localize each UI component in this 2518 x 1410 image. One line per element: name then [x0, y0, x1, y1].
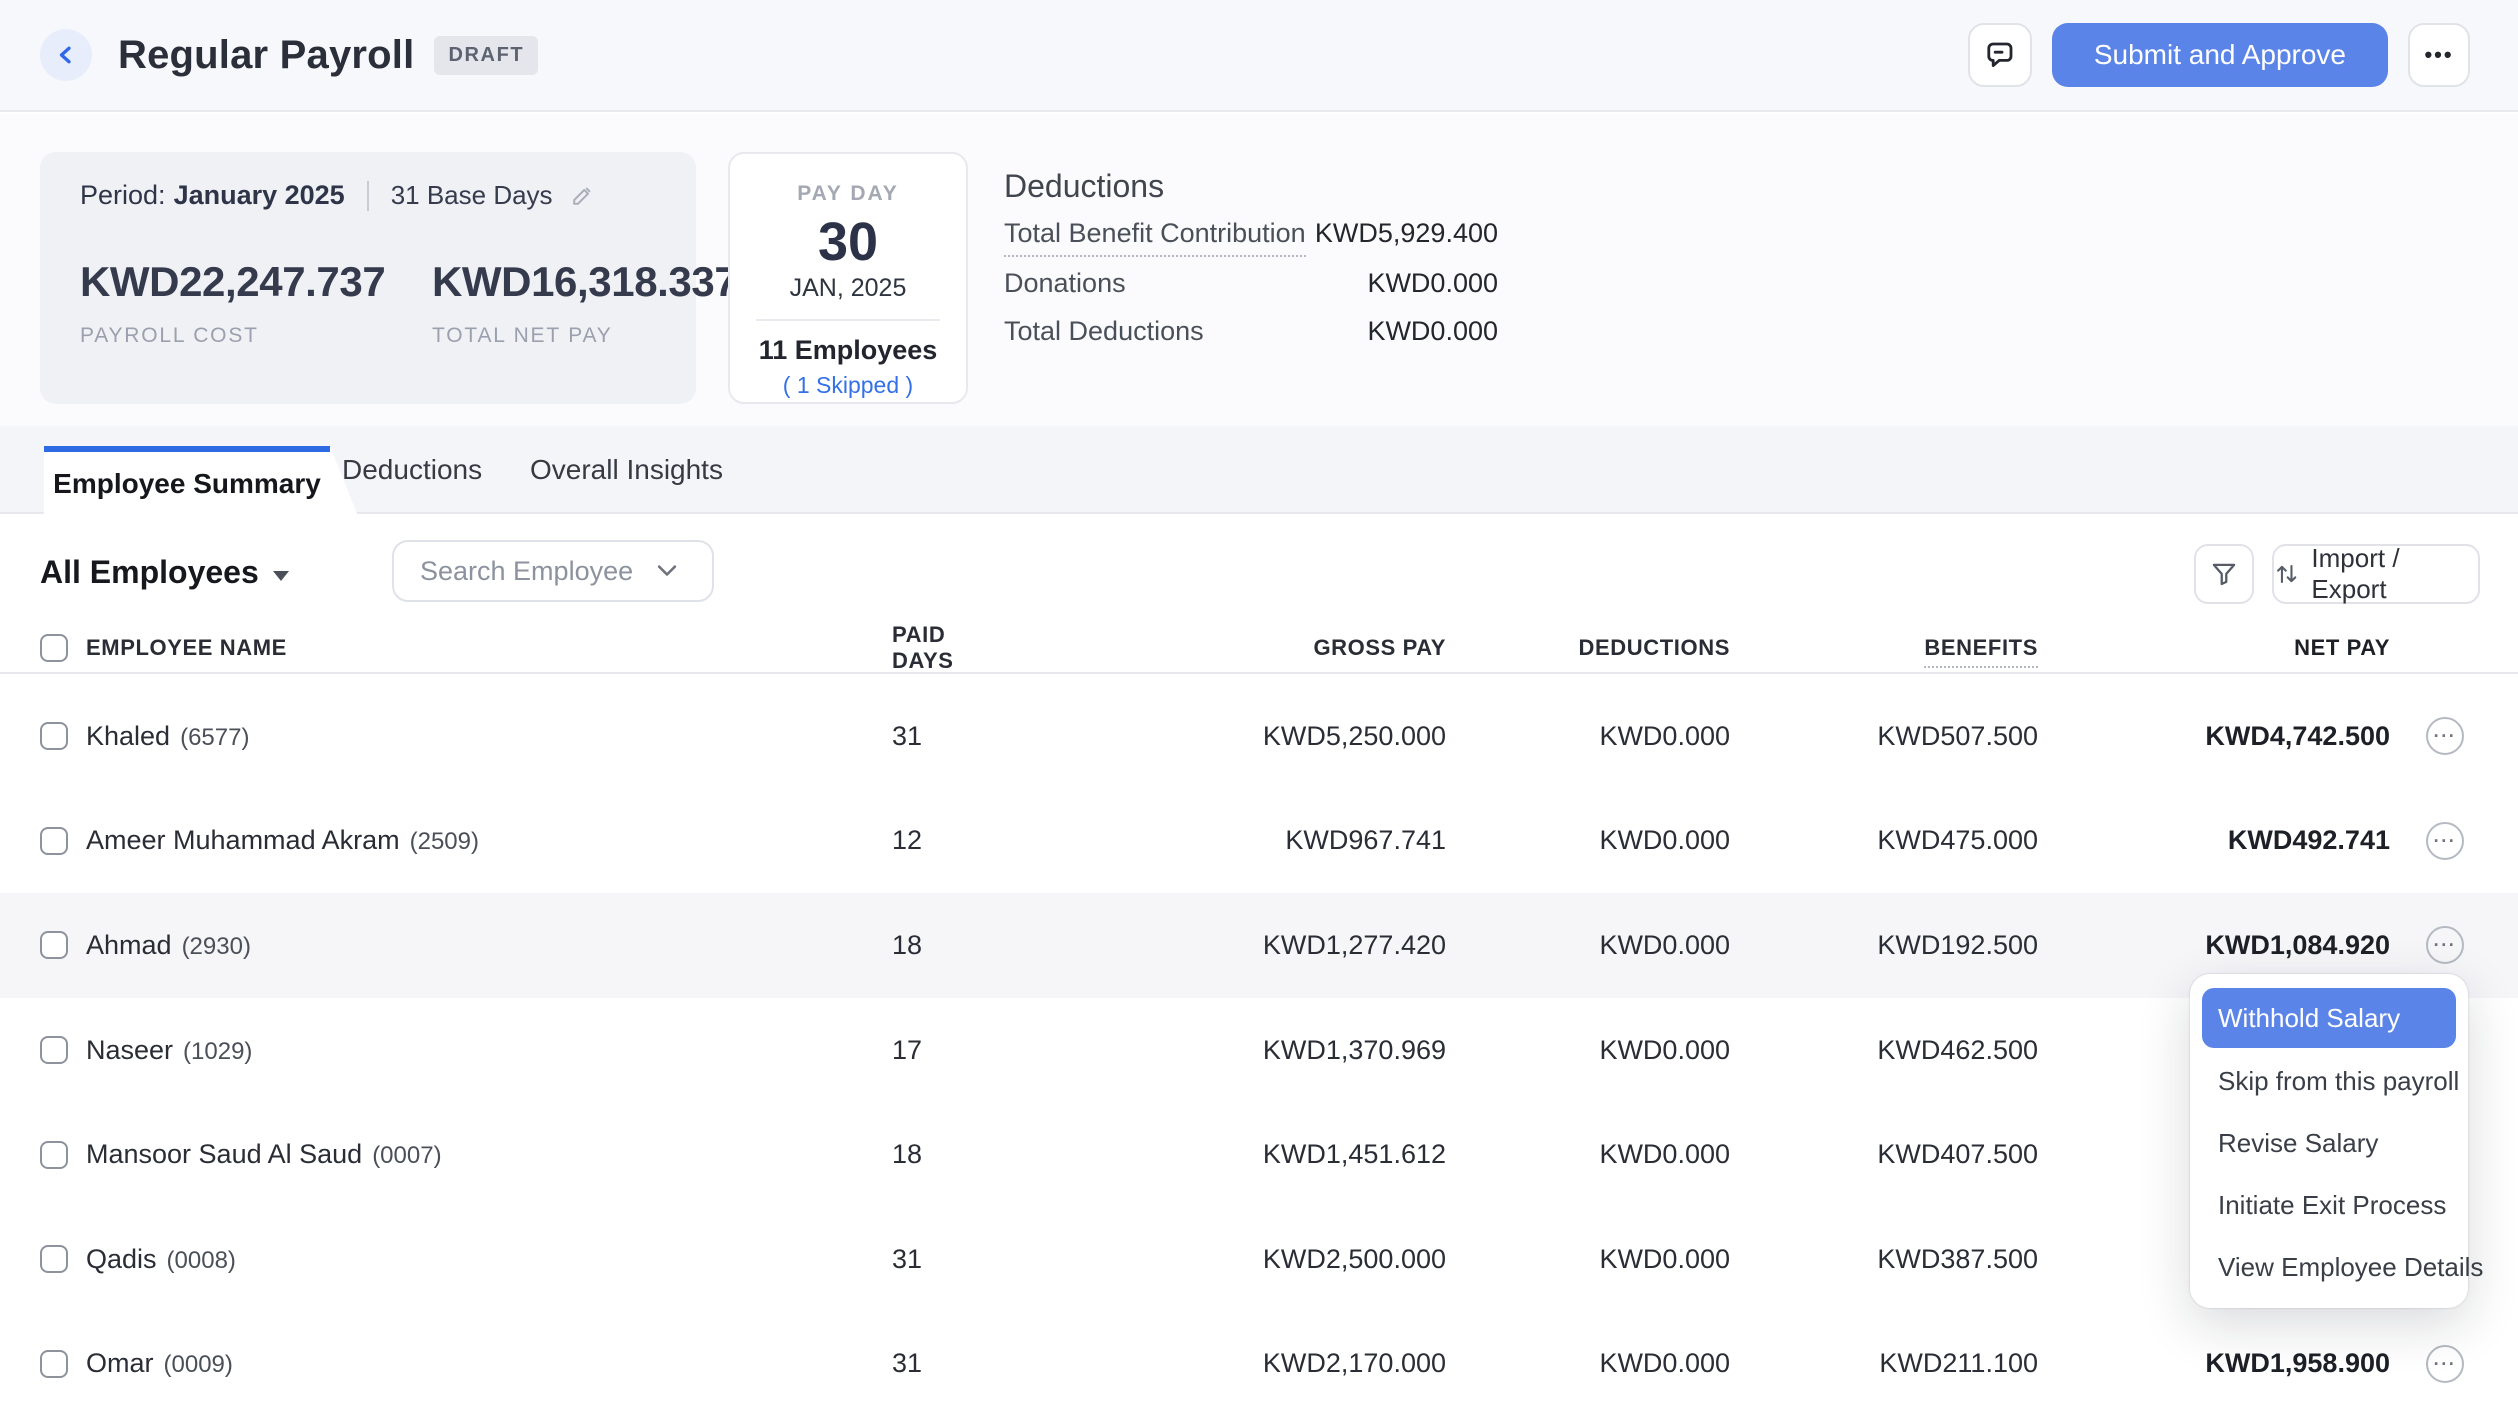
- divider: [756, 319, 940, 321]
- menu-item-initiate-exit[interactable]: Initiate Exit Process: [2190, 1174, 2468, 1236]
- table-row[interactable]: Qadis(0008) 31 KWD2,500.000 KWD0.000 KWD…: [0, 1207, 2518, 1312]
- row-checkbox[interactable]: [40, 722, 68, 750]
- header-deductions: DEDUCTIONS: [1446, 635, 1730, 661]
- row-checkbox[interactable]: [40, 827, 68, 855]
- status-badge: DRAFT: [434, 36, 538, 75]
- deduction-label-total: Total Deductions: [1004, 316, 1204, 347]
- pencil-icon: [569, 183, 595, 209]
- payroll-run-page: Regular Payroll DRAFT Submit and Approve…: [0, 0, 2518, 1410]
- tab-employee-summary[interactable]: Employee Summary: [44, 446, 358, 516]
- deduction-row: Total Benefit Contribution KWD5,929.400: [1004, 218, 1498, 257]
- employee-id: (2930): [182, 933, 251, 960]
- search-employee-input[interactable]: [394, 556, 656, 587]
- deduction-row: Total Deductions KWD0.000: [1004, 316, 1498, 347]
- import-export-arrows-icon: [2274, 561, 2299, 587]
- employee-id: (0008): [167, 1247, 236, 1274]
- table-row[interactable]: Mansoor Saud Al Saud(0007) 18 KWD1,451.6…: [0, 1102, 2518, 1207]
- chevron-left-icon: [54, 43, 78, 67]
- deduction-value: KWD5,929.400: [1315, 218, 1498, 249]
- header-net-pay: NET PAY: [2038, 635, 2390, 661]
- import-export-button[interactable]: Import / Export: [2272, 544, 2480, 604]
- back-button[interactable]: [40, 29, 92, 81]
- table-row[interactable]: Ameer Muhammad Akram(2509) 12 KWD967.741…: [0, 789, 2518, 894]
- row-checkbox[interactable]: [40, 1245, 68, 1273]
- tab-deductions[interactable]: Deductions: [342, 426, 482, 514]
- deduction-label-donations: Donations: [1004, 268, 1126, 299]
- tab-overall-insights[interactable]: Overall Insights: [530, 426, 723, 514]
- payday-day: 30: [730, 214, 966, 270]
- page-title: Regular Payroll: [118, 33, 414, 78]
- menu-item-withhold-salary[interactable]: Withhold Salary: [2202, 988, 2456, 1048]
- row-actions-button[interactable]: ···: [2426, 822, 2464, 860]
- employee-id: (1029): [183, 1038, 252, 1065]
- deduction-value: KWD0.000: [1367, 316, 1498, 347]
- ellipsis-icon: •••: [2424, 42, 2453, 68]
- table-row[interactable]: Omar(0009) 31 KWD2,170.000 KWD0.000 KWD2…: [0, 1312, 2518, 1410]
- employee-count: 11 Employees: [730, 335, 966, 366]
- header-benefits: BENEFITS: [1730, 635, 2038, 661]
- row-checkbox[interactable]: [40, 1350, 68, 1378]
- row-actions-button[interactable]: ···: [2426, 717, 2464, 755]
- row-checkbox[interactable]: [40, 1141, 68, 1169]
- filter-button[interactable]: [2194, 544, 2254, 604]
- table-row[interactable]: Khaled(6577) 31 KWD5,250.000 KWD0.000 KW…: [0, 684, 2518, 789]
- top-bar: Regular Payroll DRAFT Submit and Approve…: [0, 0, 2518, 112]
- base-days: 31 Base Days: [391, 180, 553, 211]
- period-value: January 2025: [174, 180, 345, 211]
- employee-id: (6577): [180, 724, 249, 751]
- payday-label: PAY DAY: [730, 182, 966, 206]
- employee-id: (2509): [410, 828, 479, 855]
- period-card: Period: January 2025 31 Base Days KWD22,…: [40, 152, 696, 404]
- deduction-value: KWD0.000: [1367, 268, 1498, 299]
- table-row[interactable]: Naseer(1029) 17 KWD1,370.969 KWD0.000 KW…: [0, 998, 2518, 1103]
- employee-id: (0009): [164, 1351, 233, 1378]
- row-checkbox[interactable]: [40, 931, 68, 959]
- table-header: EMPLOYEE NAME PAID DAYS GROSS PAY DEDUCT…: [0, 624, 2518, 674]
- search-employee-select[interactable]: [392, 540, 714, 602]
- employee-table: Khaled(6577) 31 KWD5,250.000 KWD0.000 KW…: [0, 684, 2518, 1410]
- comment-bubble-icon: [1984, 39, 2016, 71]
- deductions-heading: Deductions: [1004, 168, 1164, 205]
- row-checkbox[interactable]: [40, 1036, 68, 1064]
- table-row-active[interactable]: Ahmad(2930) 18 KWD1,277.420 KWD0.000 KWD…: [0, 893, 2518, 998]
- payday-card: PAY DAY 30 JAN, 2025 11 Employees ( 1 Sk…: [728, 152, 968, 404]
- payroll-cost-amount: KWD22,247.737: [80, 258, 432, 306]
- deduction-label-benefit-contribution[interactable]: Total Benefit Contribution: [1004, 218, 1306, 257]
- comments-button[interactable]: [1968, 23, 2032, 87]
- menu-item-view-employee[interactable]: View Employee Details: [2190, 1236, 2468, 1298]
- select-all-checkbox[interactable]: [40, 634, 68, 662]
- menu-item-skip-payroll[interactable]: Skip from this payroll: [2190, 1050, 2468, 1112]
- payday-date: JAN, 2025: [730, 274, 966, 303]
- payroll-cost-label: PAYROLL COST: [80, 324, 432, 348]
- row-actions-menu: Withhold Salary Skip from this payroll R…: [2190, 974, 2468, 1308]
- skipped-link[interactable]: ( 1 Skipped ): [730, 372, 966, 399]
- period-label: Period:: [80, 180, 166, 211]
- header-employee-name: EMPLOYEE NAME: [86, 635, 892, 661]
- header-gross-pay: GROSS PAY: [1012, 635, 1446, 661]
- caret-down-icon: [273, 571, 289, 581]
- row-actions-button[interactable]: ···: [2426, 1345, 2464, 1383]
- employee-scope-dropdown[interactable]: All Employees: [40, 554, 289, 591]
- menu-item-revise-salary[interactable]: Revise Salary: [2190, 1112, 2468, 1174]
- deduction-row: Donations KWD0.000: [1004, 268, 1498, 299]
- funnel-icon: [2210, 560, 2238, 588]
- edit-base-days-button[interactable]: [569, 183, 595, 209]
- chevron-down-icon: [656, 564, 678, 578]
- more-actions-button[interactable]: •••: [2408, 23, 2470, 87]
- submit-and-approve-button[interactable]: Submit and Approve: [2052, 23, 2388, 87]
- header-paid-days: PAID DAYS: [892, 622, 1012, 674]
- row-actions-button[interactable]: ···: [2426, 926, 2464, 964]
- employee-id: (0007): [372, 1142, 441, 1169]
- divider: [367, 181, 369, 211]
